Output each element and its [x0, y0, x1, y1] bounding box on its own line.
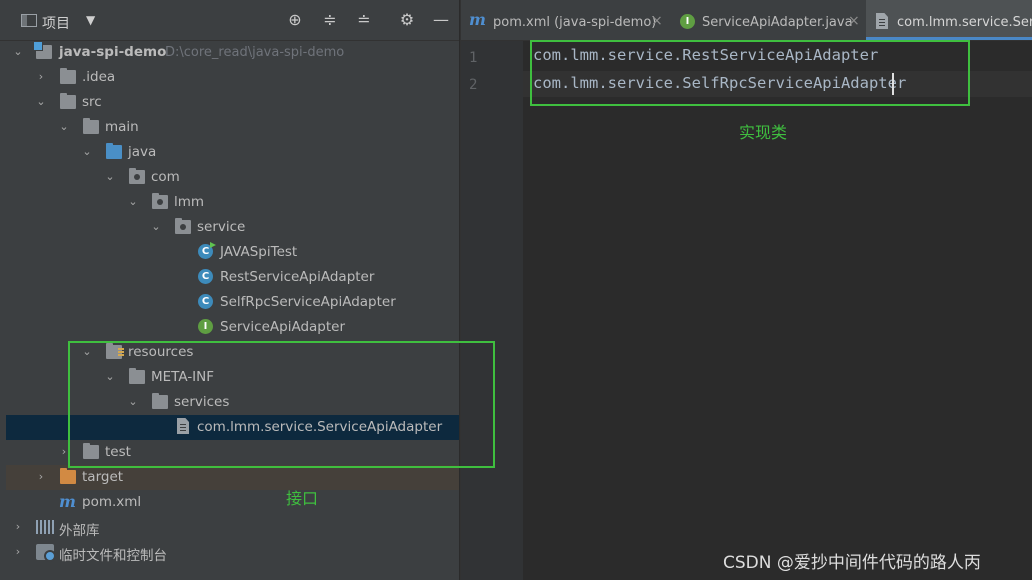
package-icon: [152, 193, 168, 209]
tree-item-label: src: [82, 94, 102, 110]
line-number: 1: [469, 50, 478, 66]
tree-item-idea[interactable]: › .idea: [0, 65, 459, 90]
tree-item-label: java-spi-demo: [59, 44, 167, 60]
excluded-folder-icon: [60, 468, 76, 484]
chevron-right-icon[interactable]: ›: [12, 546, 24, 558]
module-folder-icon: [33, 41, 52, 59]
tree-item-label: RestServiceApiAdapter: [220, 269, 375, 285]
chevron-down-icon[interactable]: ⌄: [12, 46, 24, 58]
project-tool-window: 项目 ▼ ⊕ ≑ ≐ ⚙ — ⌄ java-spi-demo D:\core_r…: [0, 0, 459, 580]
impl-annotation-label: 实现类: [739, 123, 788, 142]
chevron-right-icon[interactable]: ›: [35, 471, 47, 483]
tree-item-java[interactable]: ⌄ java: [0, 140, 459, 165]
interface-highlight-box: [68, 341, 495, 468]
tree-item-project-root[interactable]: ⌄ java-spi-demo D:\core_read\java-spi-de…: [0, 40, 459, 65]
tree-item-label: lmm: [174, 194, 205, 210]
tab-label: pom.xml (java-spi-demo): [493, 15, 657, 30]
tab-spi-file[interactable]: com.lmm.service.ServiceApiAdapter: [866, 0, 1032, 40]
tree-item-target[interactable]: › target: [6, 465, 459, 490]
tree-item-label: ServiceApiAdapter: [220, 319, 346, 335]
tree-item-class[interactable]: C RestServiceApiAdapter: [0, 265, 459, 290]
impl-highlight-box: [530, 40, 970, 106]
tree-item-label: pom.xml: [82, 494, 142, 510]
project-view-icon: [21, 14, 37, 27]
line-number-gutter: 1 2: [461, 41, 523, 580]
tree-item-pom[interactable]: m pom.xml: [0, 490, 459, 515]
tree-item-label: main: [105, 119, 139, 135]
tree-item-service[interactable]: ⌄ service: [0, 215, 459, 240]
chevron-down-icon[interactable]: ⌄: [58, 121, 70, 133]
chevron-right-icon[interactable]: ›: [35, 71, 47, 83]
watermark: CSDN @爱抄中间件代码的路人丙: [723, 553, 981, 573]
tab-label: com.lmm.service.ServiceApiAdapter: [897, 15, 1032, 30]
folder-icon: [83, 118, 99, 134]
tree-item-main[interactable]: ⌄ main: [0, 115, 459, 140]
java-class-icon: C: [198, 294, 213, 309]
package-icon: [129, 168, 145, 184]
close-icon[interactable]: ×: [651, 13, 663, 29]
folder-icon: [60, 93, 76, 109]
tree-item-label: JAVASpiTest: [220, 244, 298, 260]
folder-icon: [60, 68, 76, 84]
tree-item-label: service: [197, 219, 246, 235]
tree-item-label: java: [128, 144, 157, 160]
editor-tabs: m pom.xml (java-spi-demo) × I ServiceApi…: [461, 0, 1032, 41]
tree-item-class[interactable]: C JAVASpiTest: [0, 240, 459, 265]
tab-pom-xml[interactable]: m pom.xml (java-spi-demo) ×: [461, 0, 666, 40]
expand-all-icon[interactable]: ≑: [321, 11, 339, 29]
chevron-down-icon[interactable]: ⌄: [127, 196, 139, 208]
tree-item-label: 临时文件和控制台: [59, 548, 167, 564]
view-selector-chevron-down-icon[interactable]: ▼: [86, 13, 95, 27]
project-tree: ⌄ java-spi-demo D:\core_read\java-spi-de…: [0, 40, 459, 580]
chevron-down-icon[interactable]: ⌄: [81, 146, 93, 158]
java-class-runnable-icon: C: [198, 242, 216, 259]
tab-service-api-adapter[interactable]: I ServiceApiAdapter.java ×: [668, 0, 864, 40]
chevron-down-icon[interactable]: ⌄: [150, 221, 162, 233]
chevron-down-icon[interactable]: ⌄: [104, 171, 116, 183]
java-class-icon: C: [198, 269, 213, 284]
tree-item-label: .idea: [82, 69, 116, 85]
maven-icon: m: [469, 10, 486, 29]
tree-item-label: SelfRpcServiceApiAdapter: [220, 294, 396, 310]
tree-item-src[interactable]: ⌄ src: [0, 90, 459, 115]
tree-item-lmm[interactable]: ⌄ lmm: [0, 190, 459, 215]
project-panel-header: 项目 ▼ ⊕ ≑ ≐ ⚙ —: [0, 0, 459, 41]
close-icon[interactable]: ×: [848, 13, 860, 29]
java-interface-icon: I: [680, 14, 695, 29]
gear-icon[interactable]: ⚙: [398, 11, 416, 29]
project-path: D:\core_read\java-spi-demo: [165, 45, 345, 60]
tree-item-com[interactable]: ⌄ com: [0, 165, 459, 190]
tree-item-interface[interactable]: I ServiceApiAdapter: [0, 315, 459, 340]
library-icon: [36, 520, 54, 534]
collapse-all-icon[interactable]: ≐: [355, 11, 373, 29]
tree-item-label: target: [82, 469, 124, 485]
hide-panel-icon[interactable]: —: [432, 11, 450, 29]
source-folder-icon: [106, 143, 122, 159]
tree-item-external-libraries[interactable]: › 外部库: [0, 515, 459, 540]
package-icon: [175, 218, 191, 234]
java-interface-icon: I: [198, 319, 213, 334]
tree-item-class[interactable]: C SelfRpcServiceApiAdapter: [0, 290, 459, 315]
interface-annotation-label: 接口: [286, 489, 319, 508]
text-file-icon: [876, 13, 888, 29]
project-panel-title[interactable]: 项目: [42, 13, 70, 33]
tab-label: ServiceApiAdapter.java: [702, 15, 853, 30]
maven-icon: m: [59, 492, 76, 511]
chevron-down-icon[interactable]: ⌄: [35, 96, 47, 108]
tree-item-label: com: [151, 169, 180, 185]
tree-item-label: 外部库: [59, 523, 100, 539]
line-number: 2: [469, 77, 478, 93]
locate-file-icon[interactable]: ⊕: [286, 11, 304, 29]
scratches-icon: [36, 544, 56, 562]
tree-item-scratches[interactable]: › 临时文件和控制台: [0, 540, 459, 565]
chevron-right-icon[interactable]: ›: [12, 521, 24, 533]
